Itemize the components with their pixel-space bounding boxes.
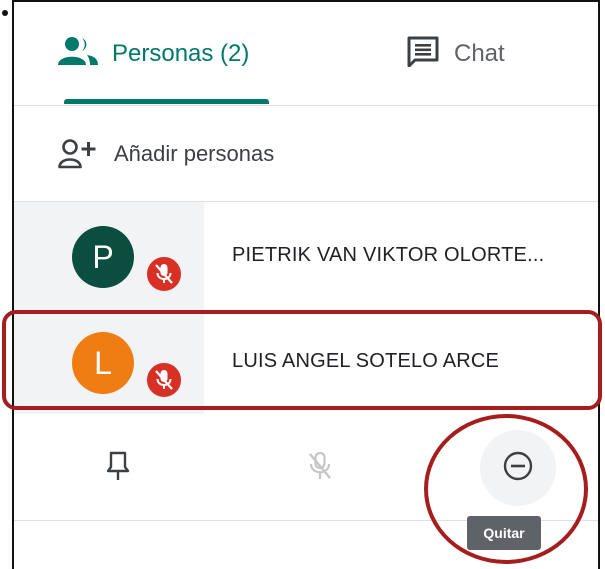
participant-row[interactable]: L LUIS ANGEL SOTELO ARCE <box>14 308 598 414</box>
tab-bar: Personas (2) Chat <box>14 2 598 106</box>
avatar-initial: L <box>94 344 112 381</box>
avatar-column: P <box>14 202 204 308</box>
add-people-button[interactable]: Añadir personas <box>14 106 598 202</box>
remove-participant-button[interactable] <box>480 430 556 506</box>
tab-chat-label: Chat <box>454 39 505 67</box>
chat-icon <box>406 35 440 72</box>
avatar-initial: P <box>92 238 114 275</box>
corner-dot <box>2 10 8 16</box>
active-tab-indicator <box>64 99 269 104</box>
avatar-column: L <box>14 308 204 414</box>
mic-off-icon <box>307 451 333 486</box>
people-icon <box>58 36 98 71</box>
avatar: L <box>72 332 134 394</box>
add-people-label: Añadir personas <box>114 140 275 166</box>
mute-participant-button[interactable] <box>282 430 358 506</box>
mic-off-icon <box>144 254 184 294</box>
participant-row[interactable]: P PIETRIK VAN VIKTOR OLORTE... <box>14 202 598 308</box>
tab-chat[interactable]: Chat <box>406 2 505 105</box>
remove-circle-icon <box>502 450 534 487</box>
people-panel: Personas (2) Chat Añadir personas P PIET… <box>12 0 600 569</box>
pin-button[interactable] <box>80 430 156 506</box>
participant-actions <box>14 416 598 521</box>
participant-name: PIETRIK VAN VIKTOR OLORTE... <box>232 243 545 266</box>
remove-tooltip: Quitar <box>467 516 541 550</box>
pin-icon <box>106 451 130 486</box>
add-person-icon <box>58 138 104 169</box>
participant-name: LUIS ANGEL SOTELO ARCE <box>232 349 500 372</box>
mic-off-icon <box>144 360 184 400</box>
avatar: P <box>72 226 134 288</box>
tab-people[interactable]: Personas (2) <box>58 2 249 105</box>
tab-people-label: Personas (2) <box>112 39 250 67</box>
